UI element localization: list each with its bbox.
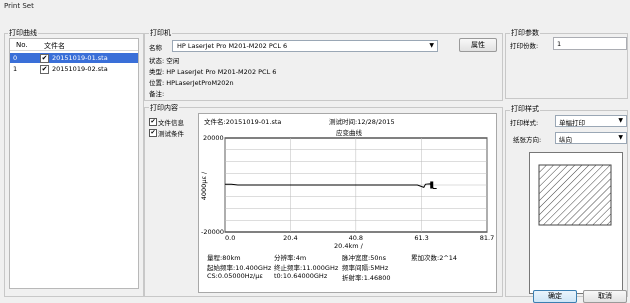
curve-row-no: 0 [13, 54, 18, 62]
print-params-group-label: 打印参数 [510, 28, 540, 38]
test-conditions-label[interactable]: 测试条件 [158, 128, 184, 138]
file-info-checkbox[interactable]: ✔ [149, 118, 157, 126]
column-no[interactable]: No. [16, 41, 28, 49]
param-t0: t0:10.64000GHz [274, 272, 328, 280]
x-tick-label: 0.0 [225, 234, 235, 242]
curve-list[interactable]: No. 文件名 0 ✔ 20151019-01.sta 1 ✔ 20151019… [9, 38, 139, 289]
copies-label: 打印份数: [510, 42, 539, 50]
printer-location: 位置: HPLaserJetProM202n [149, 79, 234, 87]
cancel-button[interactable]: 取消 [583, 290, 627, 303]
x-tick-label: 61.3 [414, 234, 428, 242]
file-info-label[interactable]: 文件信息 [158, 117, 184, 127]
copies-input[interactable]: 1 [553, 37, 627, 50]
print-preview: 文件名:20151019-01.sta 测试时间:12/28/2015 应变曲线… [198, 113, 497, 293]
orientation-select[interactable]: 纵向 ▼ [555, 132, 627, 144]
printer-group-label: 打印机 [149, 28, 172, 38]
x-tick-label: 81.7 [480, 234, 494, 242]
curves-group-label: 打印曲线 [8, 28, 38, 38]
strain-spike [430, 181, 434, 189]
printer-type: 类型: HP LaserJet Pro M201-M202 PCL 6 [149, 68, 277, 76]
curve-row[interactable]: 0 ✔ 20151019-01.sta [10, 53, 138, 63]
print-style-group-label: 打印样式 [510, 104, 540, 114]
param-cs: CS:0.05000Hz/με [207, 272, 263, 280]
curve-row-no: 1 [13, 65, 18, 73]
printer-select-value: HP LaserJet Pro M201-M202 PCL 6 [177, 42, 288, 50]
page-orientation-preview [529, 152, 623, 294]
chevron-down-icon: ▼ [618, 134, 623, 141]
orientation-value: 纵向 [559, 136, 572, 144]
printer-name-label: 名称 [149, 44, 162, 52]
x-tick-label: 20.4 [283, 234, 297, 242]
x-tick-label: 40.8 [349, 234, 363, 242]
param-resolution: 分辨率:4m [274, 254, 307, 262]
param-freq-step: 频率间隔:5MHz [342, 264, 389, 272]
hatched-page-icon [538, 164, 612, 226]
param-averages: 累加次数:2^14 [411, 254, 458, 262]
curve-row-checkbox[interactable]: ✔ [40, 54, 49, 63]
test-conditions-checkbox[interactable]: ✔ [149, 129, 157, 137]
content-group-label: 打印内容 [149, 103, 179, 113]
curve-row-name: 20151019-01.sta [52, 54, 108, 62]
curve-list-header: No. 文件名 [10, 39, 138, 51]
param-pulse-width: 脉冲宽度:50ns [342, 254, 386, 262]
print-style-select[interactable]: 单幅打印 ▼ [555, 115, 627, 127]
print-style-value: 单幅打印 [559, 119, 585, 127]
params-column-3: 脉冲宽度:50ns 频率间隔:5MHz 折射率:1.46800 [342, 252, 391, 282]
param-refractive-index: 折射率:1.46800 [342, 274, 391, 282]
chevron-down-icon: ▼ [618, 117, 623, 124]
orientation-label: 纸张方向: [513, 136, 542, 144]
params-column-2: 分辨率:4m 终止频率:11.000GHz t0:10.64000GHz [274, 252, 338, 280]
printer-comment: 备注: [149, 90, 165, 98]
strain-series-line [225, 183, 437, 190]
params-column-4: 累加次数:2^14 [411, 252, 457, 262]
column-filename[interactable]: 文件名 [44, 41, 65, 51]
print-style-label: 打印样式: [510, 119, 539, 127]
copies-value: 1 [557, 40, 562, 48]
param-range: 量程:80km [207, 254, 241, 262]
print-set-dialog: Print Set 打印曲线 No. 文件名 0 ✔ 20151019-01.s… [0, 0, 630, 303]
param-start-freq: 起始频率:10.400GHz [207, 264, 272, 272]
ok-button[interactable]: 确定 [533, 290, 577, 303]
x-axis-label: 20.4km / [334, 242, 363, 250]
curve-row-checkbox[interactable]: ✔ [40, 65, 49, 74]
curve-row-name: 20151019-02.sta [52, 65, 108, 73]
window-title: Print Set [4, 2, 34, 10]
printer-status: 状态: 空闲 [149, 57, 180, 65]
params-column-1: 量程:80km 起始频率:10.400GHz CS:0.05000Hz/με [207, 252, 271, 280]
properties-button[interactable]: 属性 [459, 38, 497, 52]
printer-select[interactable]: HP LaserJet Pro M201-M202 PCL 6 ▼ [172, 40, 438, 52]
chevron-down-icon: ▼ [429, 42, 434, 49]
param-end-freq: 终止频率:11.000GHz [274, 264, 339, 272]
curve-row[interactable]: 1 ✔ 20151019-02.sta [10, 64, 138, 74]
